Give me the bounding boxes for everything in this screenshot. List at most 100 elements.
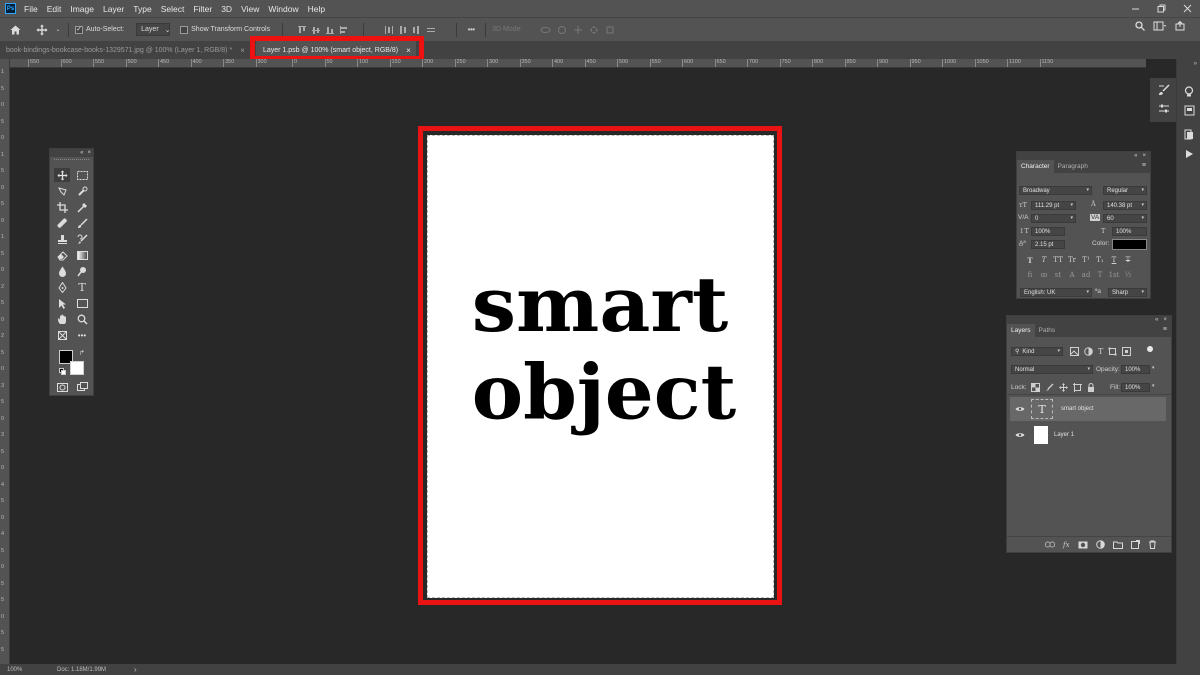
- character-panel-header[interactable]: «×: [1017, 152, 1150, 160]
- swatches-icon[interactable]: [1181, 127, 1197, 141]
- actions-play-icon[interactable]: [1181, 147, 1197, 161]
- minimize-icon[interactable]: [1122, 0, 1148, 17]
- discretionary-ligatures-button[interactable]: st: [1053, 270, 1063, 280]
- default-colors-icon[interactable]: [59, 368, 66, 375]
- filter-toggle-icon[interactable]: [1147, 346, 1153, 352]
- add-mask-icon[interactable]: [1078, 541, 1088, 549]
- lock-all-icon[interactable]: [1087, 383, 1095, 392]
- strikethrough-button[interactable]: T: [1123, 255, 1133, 265]
- dodge-tool-icon[interactable]: [74, 264, 90, 278]
- clone-stamp-tool-icon[interactable]: [54, 232, 70, 246]
- filter-smart-object-icon[interactable]: [1122, 347, 1132, 356]
- tools-panel-header[interactable]: «×: [50, 149, 93, 157]
- panel-menu-icon[interactable]: ≡: [1142, 162, 1146, 169]
- tab-book-bindings[interactable]: book-bindings-bookcase-books-1329571.jpg…: [0, 41, 249, 59]
- show-transform-checkbox[interactable]: [180, 25, 189, 34]
- text-line-smart[interactable]: smart: [472, 260, 729, 349]
- blend-mode-select[interactable]: Normal ▾: [1011, 365, 1093, 374]
- swap-colors-icon[interactable]: ↱: [79, 349, 85, 357]
- antialias-select[interactable]: Sharp ▾: [1108, 288, 1147, 297]
- small-caps-button[interactable]: Tr: [1067, 255, 1077, 265]
- artboard-tool-icon[interactable]: [54, 328, 70, 342]
- type-tool-icon[interactable]: T: [74, 280, 90, 294]
- pen-tool-icon[interactable]: [54, 280, 70, 294]
- document-text-layer[interactable]: smart object: [428, 136, 773, 597]
- align-left-icon[interactable]: [339, 25, 349, 35]
- font-size-field[interactable]: 111.29 pt ▾: [1031, 201, 1076, 210]
- lock-image-icon[interactable]: [1045, 383, 1054, 392]
- restore-icon[interactable]: [1148, 0, 1174, 17]
- gradient-tool-icon[interactable]: [74, 248, 90, 262]
- menu-file[interactable]: File: [24, 4, 38, 14]
- menu-layer[interactable]: Layer: [103, 4, 124, 14]
- distribute-right-icon[interactable]: [412, 25, 422, 35]
- collapse-icon[interactable]: »: [1179, 61, 1197, 67]
- layer-name[interactable]: Layer 1: [1054, 432, 1074, 438]
- eyedropper-tool-icon[interactable]: [74, 200, 90, 214]
- superscript-button[interactable]: T¹: [1081, 255, 1091, 265]
- language-select[interactable]: English: UK ▾: [1020, 288, 1092, 297]
- fx-icon[interactable]: fx: [1063, 541, 1070, 549]
- faux-italic-button[interactable]: T: [1039, 255, 1049, 265]
- vertical-scale-field[interactable]: 100%: [1031, 227, 1065, 236]
- visibility-eye-icon[interactable]: [1014, 406, 1026, 412]
- tab-paragraph[interactable]: Paragraph: [1054, 160, 1092, 173]
- document-canvas[interactable]: smart object: [427, 135, 774, 598]
- subscript-button[interactable]: T₁: [1095, 255, 1105, 265]
- edit-toolbar-icon[interactable]: •••: [74, 328, 90, 342]
- lock-transparent-icon[interactable]: [1031, 383, 1040, 392]
- menu-window[interactable]: Window: [268, 4, 298, 14]
- collapse-icon[interactable]: «: [1134, 152, 1137, 160]
- lock-artboard-icon[interactable]: [1073, 383, 1082, 392]
- close-icon[interactable]: ×: [87, 149, 91, 157]
- opacity-field[interactable]: 100%: [1121, 365, 1150, 374]
- distribute-left-icon[interactable]: [384, 25, 394, 35]
- workspace-icon[interactable]: [1153, 21, 1167, 31]
- rectangle-tool-icon[interactable]: [74, 296, 90, 310]
- 3d-roll-icon[interactable]: [557, 25, 567, 35]
- move-tool-icon[interactable]: [54, 168, 70, 182]
- ordinals-button[interactable]: 1st: [1109, 270, 1120, 280]
- grip-icon[interactable]: [54, 159, 89, 161]
- folder-icon[interactable]: [1112, 541, 1123, 549]
- fill-field[interactable]: 100%: [1121, 383, 1150, 392]
- layer-row-smart-object[interactable]: T smart object: [1010, 397, 1166, 421]
- kerning-field[interactable]: 0 ▾: [1031, 214, 1076, 223]
- font-family-select[interactable]: Broadway ▾: [1019, 186, 1092, 195]
- filter-type-icon[interactable]: T: [1098, 347, 1103, 356]
- auto-select-checkbox[interactable]: ✓: [75, 25, 83, 34]
- more-options-icon[interactable]: •••: [463, 18, 479, 42]
- move-tool-icon[interactable]: [30, 18, 54, 42]
- text-line-object[interactable]: object: [472, 348, 737, 437]
- close-icon[interactable]: ×: [1142, 152, 1146, 160]
- brush-settings-icon[interactable]: [1156, 83, 1172, 97]
- libraries-icon[interactable]: [1181, 103, 1197, 117]
- menu-3d[interactable]: 3D: [221, 4, 232, 14]
- crop-tool-icon[interactable]: [54, 200, 70, 214]
- tab-layers[interactable]: Layers: [1007, 324, 1035, 337]
- layers-panel-header[interactable]: «×: [1007, 316, 1171, 324]
- search-icon[interactable]: [1135, 21, 1145, 31]
- brush-tool-icon[interactable]: [74, 216, 90, 230]
- 3d-slide-icon[interactable]: [589, 25, 599, 35]
- marquee-tool-icon[interactable]: [74, 168, 90, 182]
- horizontal-scale-field[interactable]: 100%: [1112, 227, 1147, 236]
- quick-mask-icon[interactable]: [54, 380, 70, 394]
- horizontal-ruler[interactable]: 650 600 550 500 450 400 350 300 0 50 100 150 200 250 3…: [10, 59, 1146, 68]
- lock-position-icon[interactable]: [1059, 383, 1068, 392]
- filter-shape-icon[interactable]: [1108, 347, 1117, 356]
- layer-name[interactable]: smart object: [1061, 406, 1094, 412]
- menu-select[interactable]: Select: [161, 4, 185, 14]
- 3d-pan-icon[interactable]: [573, 25, 583, 35]
- 3d-scale-icon[interactable]: [605, 25, 615, 35]
- baseline-shift-field[interactable]: 2.15 pt: [1031, 240, 1065, 249]
- align-bottom-icon[interactable]: [325, 25, 335, 35]
- chevron-down-icon[interactable]: ▾: [1152, 365, 1155, 371]
- tab-character[interactable]: Character: [1017, 160, 1054, 173]
- layer-row-layer-1[interactable]: Layer 1: [1010, 423, 1166, 447]
- healing-brush-tool-icon[interactable]: [54, 216, 70, 230]
- screen-mode-icon[interactable]: [74, 380, 90, 394]
- font-style-select[interactable]: Regular ▾: [1103, 186, 1147, 195]
- filter-pixel-icon[interactable]: [1070, 347, 1079, 356]
- zoom-level[interactable]: 100%: [7, 667, 51, 673]
